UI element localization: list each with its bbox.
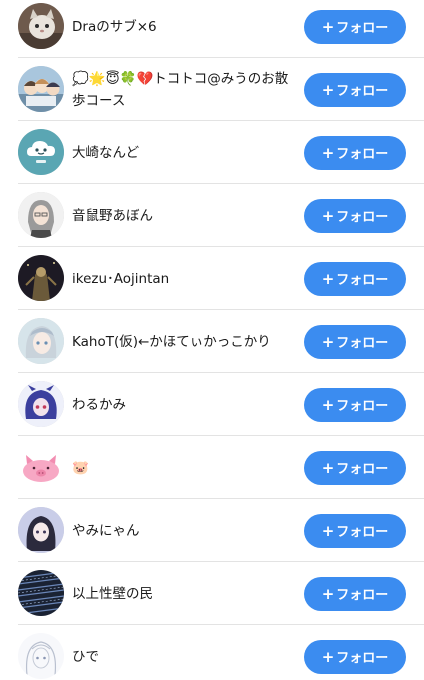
cat-photo-avatar[interactable] [18, 3, 64, 49]
plus-icon: + [321, 80, 335, 99]
user-name[interactable]: 以上性壁の民 [72, 583, 290, 605]
user-name[interactable]: ひで [72, 646, 290, 668]
user-row[interactable]: 以上性壁の民 + フォロー [0, 562, 424, 625]
pink-pig-avatar[interactable] [18, 444, 64, 490]
follow-button[interactable]: + フォロー [304, 135, 406, 170]
follow-label: フォロー [336, 84, 389, 99]
follow-button[interactable]: + フォロー [304, 9, 406, 44]
purple-character-avatar[interactable] [18, 381, 64, 427]
plus-icon: + [321, 332, 335, 351]
follow-button[interactable]: + フォロー [304, 261, 406, 296]
follow-suggestion-list: Draのサブ×6 + フォロー 💭🌟😇🍀💔トコトコ@みうのお散歩コース + フォ… [0, 0, 424, 680]
follow-label: フォロー [336, 525, 389, 540]
user-row[interactable]: 💭🌟😇🍀💔トコトコ@みうのお散歩コース + フォロー [0, 58, 424, 121]
follow-label: フォロー [336, 21, 389, 36]
follow-button[interactable]: + フォロー [304, 639, 406, 674]
plus-icon: + [321, 647, 335, 666]
follow-button[interactable]: + フォロー [304, 513, 406, 548]
follow-button[interactable]: + フォロー [304, 324, 406, 359]
follow-label: フォロー [336, 462, 389, 477]
follow-label: フォロー [336, 273, 389, 288]
anime-group-avatar[interactable] [18, 66, 64, 112]
user-name[interactable]: 音鼠野あぼん [72, 205, 290, 227]
follow-button[interactable]: + フォロー [304, 72, 406, 107]
plus-icon: + [321, 521, 335, 540]
silver-hair-girl-avatar[interactable] [18, 318, 64, 364]
user-name[interactable]: 💭🌟😇🍀💔トコトコ@みうのお散歩コース [72, 68, 290, 112]
dark-figure-avatar[interactable] [18, 255, 64, 301]
user-row[interactable]: 🐷 + フォロー [0, 436, 424, 499]
user-row[interactable]: わるかみ + フォロー [0, 373, 424, 436]
follow-label: フォロー [336, 588, 389, 603]
gray-hair-character-avatar[interactable] [18, 192, 64, 238]
plus-icon: + [321, 143, 335, 162]
follow-label: フォロー [336, 210, 389, 225]
follow-label: フォロー [336, 651, 389, 666]
user-name[interactable]: KahoT(仮)←かほてぃかっこかり [72, 331, 290, 353]
plus-icon: + [321, 584, 335, 603]
user-row[interactable]: 大崎なんど + フォロー [0, 121, 424, 184]
user-name[interactable]: Draのサブ×6 [72, 16, 290, 38]
follow-button[interactable]: + フォロー [304, 198, 406, 233]
plus-icon: + [321, 17, 335, 36]
plus-icon: + [321, 269, 335, 288]
blue-digital-pattern-avatar[interactable] [18, 570, 64, 616]
dark-hair-girl-avatar[interactable] [18, 507, 64, 553]
sketch-girl-avatar[interactable] [18, 633, 64, 679]
user-name[interactable]: わるかみ [72, 394, 290, 416]
follow-button[interactable]: + フォロー [304, 450, 406, 485]
user-name[interactable]: 🐷 [72, 457, 290, 479]
follow-label: フォロー [336, 399, 389, 414]
user-row[interactable]: KahoT(仮)←かほてぃかっこかり + フォロー [0, 310, 424, 373]
user-row[interactable]: Draのサブ×6 + フォロー [0, 0, 424, 58]
cloud-face-avatar[interactable] [18, 129, 64, 175]
follow-button[interactable]: + フォロー [304, 387, 406, 422]
user-name[interactable]: ikezu･Aojintan [72, 268, 290, 290]
plus-icon: + [321, 458, 335, 477]
user-row[interactable]: やみにゃん + フォロー [0, 499, 424, 562]
follow-label: フォロー [336, 147, 389, 162]
plus-icon: + [321, 395, 335, 414]
user-row[interactable]: ひで + フォロー [0, 625, 424, 680]
user-row[interactable]: ikezu･Aojintan + フォロー [0, 247, 424, 310]
follow-button[interactable]: + フォロー [304, 576, 406, 611]
plus-icon: + [321, 206, 335, 225]
user-row[interactable]: 音鼠野あぼん + フォロー [0, 184, 424, 247]
user-name[interactable]: 大崎なんど [72, 142, 290, 164]
follow-label: フォロー [336, 336, 389, 351]
user-name[interactable]: やみにゃん [72, 520, 290, 542]
